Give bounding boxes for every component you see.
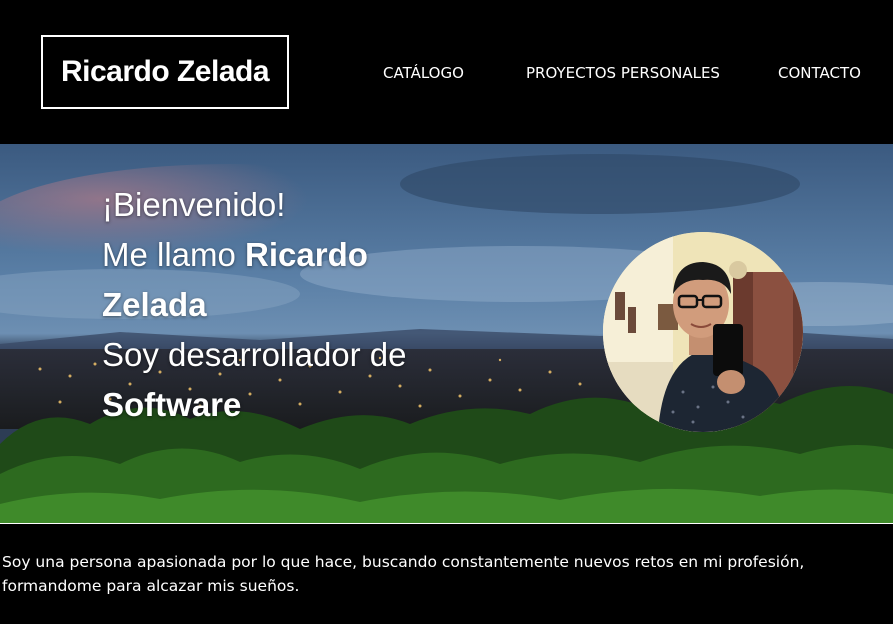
role-prefix: Soy desarrollador de [102,336,407,373]
nav-proyectos-personales[interactable]: PROYECTOS PERSONALES [526,64,720,82]
site-header: Ricardo Zelada CATÁLOGO PROYECTOS PERSON… [0,0,893,144]
hero-banner: ¡Bienvenido! Me llamo Ricardo Zelada Soy… [0,144,893,523]
hero-heading: ¡Bienvenido! Me llamo Ricardo Zelada Soy… [102,180,482,430]
role-line: Software [102,380,482,430]
greeting-text: ¡Bienvenido! [102,186,286,223]
name-last-line: Zelada [102,280,482,330]
name-first: Ricardo [245,236,368,273]
profile-photo [603,232,803,432]
nav-contacto[interactable]: CONTACTO [778,64,861,82]
intro-prefix: Me llamo [102,236,246,273]
role-text: Software [102,386,242,423]
intro-line: Me llamo Ricardo [102,230,482,280]
about-text: Soy una persona apasionada por lo que ha… [2,553,805,595]
section-divider [0,523,893,524]
nav-catalogo[interactable]: CATÁLOGO [383,64,464,82]
name-last: Zelada [102,286,207,323]
avatar [603,232,803,432]
site-logo[interactable]: Ricardo Zelada [41,35,289,109]
